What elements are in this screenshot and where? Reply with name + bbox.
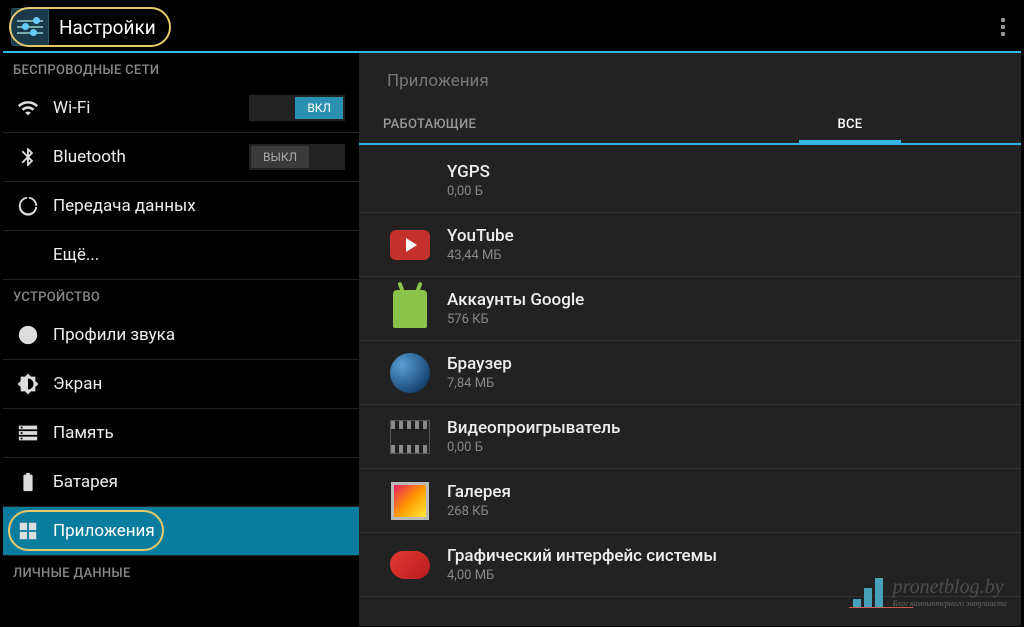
sound-icon — [17, 324, 39, 346]
overflow-menu-button[interactable] — [993, 10, 1013, 44]
sidebar-item-data[interactable]: Передача данных — [3, 182, 359, 231]
app-size: 43,44 МБ — [447, 248, 514, 263]
app-icon-google — [389, 288, 431, 330]
app-size: 268 КБ — [447, 504, 511, 519]
blank-icon — [17, 244, 39, 266]
sidebar-item-label: Экран — [53, 374, 345, 394]
app-icon-system — [389, 544, 431, 586]
data-usage-icon — [17, 195, 39, 217]
app-size: 4,00 МБ — [447, 568, 717, 583]
app-item[interactable]: YouTube 43,44 МБ — [359, 213, 1021, 277]
brightness-icon — [17, 373, 39, 395]
apps-icon — [17, 520, 39, 542]
bluetooth-toggle[interactable]: ВЫКЛ — [249, 144, 345, 170]
app-name: Графический интерфейс системы — [447, 546, 717, 566]
app-item[interactable]: Графический интерфейс системы 4,00 МБ — [359, 533, 1021, 597]
sidebar-item-label: Профили звука — [53, 325, 345, 345]
app-name: Видеопроигрыватель — [447, 418, 620, 438]
toggle-label: ВЫКЛ — [251, 146, 309, 168]
sidebar-category: БЕСПРОВОДНЫЕ СЕТИ — [3, 53, 359, 84]
page-title: Настройки — [59, 16, 156, 39]
app-size: 576 КБ — [447, 312, 584, 327]
sidebar-item-apps[interactable]: Приложения — [3, 507, 359, 556]
sidebar-category: УСТРОЙСТВО — [3, 280, 359, 311]
sidebar-item-storage[interactable]: Память — [3, 409, 359, 458]
main-panel: Приложения РАБОТАЮЩИЕВСЕ YGPS 0,00 Б YouTu… — [359, 53, 1021, 626]
app-name: Аккаунты Google — [447, 290, 584, 310]
settings-icon[interactable] — [11, 8, 49, 46]
sidebar: БЕСПРОВОДНЫЕ СЕТИ Wi-Fi ВКЛ BluetoothВЫКЛ Пе… — [3, 53, 359, 626]
tab-все[interactable]: ВСЕ — [679, 105, 1021, 143]
bluetooth-icon — [17, 146, 39, 168]
sidebar-item-bluetooth[interactable]: BluetoothВЫКЛ — [3, 133, 359, 182]
sidebar-item-label: Приложения — [53, 521, 345, 541]
app-icon-ygps — [389, 160, 431, 202]
app-icon-yt — [389, 224, 431, 266]
app-name: Галерея — [447, 482, 511, 502]
app-size: 7,84 МБ — [447, 376, 512, 391]
sidebar-category: ЛИЧНЫЕ ДАННЫЕ — [3, 556, 359, 587]
app-item[interactable]: Видеопроигрыватель 0,00 Б — [359, 405, 1021, 469]
sidebar-item-label: Bluetooth — [53, 147, 249, 167]
sidebar-item-label: Батарея — [53, 472, 345, 492]
wifi-icon — [17, 97, 39, 119]
app-name: Браузер — [447, 354, 512, 374]
app-icon-video — [389, 416, 431, 458]
app-size: 0,00 Б — [447, 184, 490, 199]
app-size: 0,00 Б — [447, 440, 620, 455]
app-name: YGPS — [447, 162, 490, 182]
sidebar-item-label: Передача данных — [53, 196, 345, 216]
sidebar-item-label: Ещё... — [53, 245, 345, 265]
app-item[interactable]: Аккаунты Google 576 КБ — [359, 277, 1021, 341]
action-bar: Настройки — [3, 3, 1021, 53]
tab-работающие[interactable]: РАБОТАЮЩИЕ — [359, 105, 679, 143]
app-list: YGPS 0,00 Б YouTube 43,44 МБ Аккаунты Google… — [359, 145, 1021, 626]
app-name: YouTube — [447, 226, 514, 246]
app-icon-browser — [389, 352, 431, 394]
sidebar-item-label: Wi-Fi — [53, 98, 249, 118]
sidebar-item-battery[interactable]: Батарея — [3, 458, 359, 507]
sidebar-item-wifi[interactable]: Wi-Fi ВКЛ — [3, 84, 359, 133]
sidebar-item-audio[interactable]: Профили звука — [3, 311, 359, 360]
battery-icon — [17, 471, 39, 493]
wifi-toggle[interactable]: ВКЛ — [249, 95, 345, 121]
app-item[interactable]: Браузер 7,84 МБ — [359, 341, 1021, 405]
storage-icon — [17, 422, 39, 444]
toggle-label: ВКЛ — [295, 97, 343, 119]
sidebar-item-display[interactable]: Экран — [3, 360, 359, 409]
sidebar-item-more[interactable]: Ещё... — [3, 231, 359, 280]
app-item[interactable]: YGPS 0,00 Б — [359, 149, 1021, 213]
tabs: РАБОТАЮЩИЕВСЕ — [359, 105, 1021, 145]
app-icon-gallery — [389, 480, 431, 522]
main-title: Приложения — [359, 53, 1021, 105]
sidebar-item-label: Память — [53, 423, 345, 443]
app-item[interactable]: Галерея 268 КБ — [359, 469, 1021, 533]
